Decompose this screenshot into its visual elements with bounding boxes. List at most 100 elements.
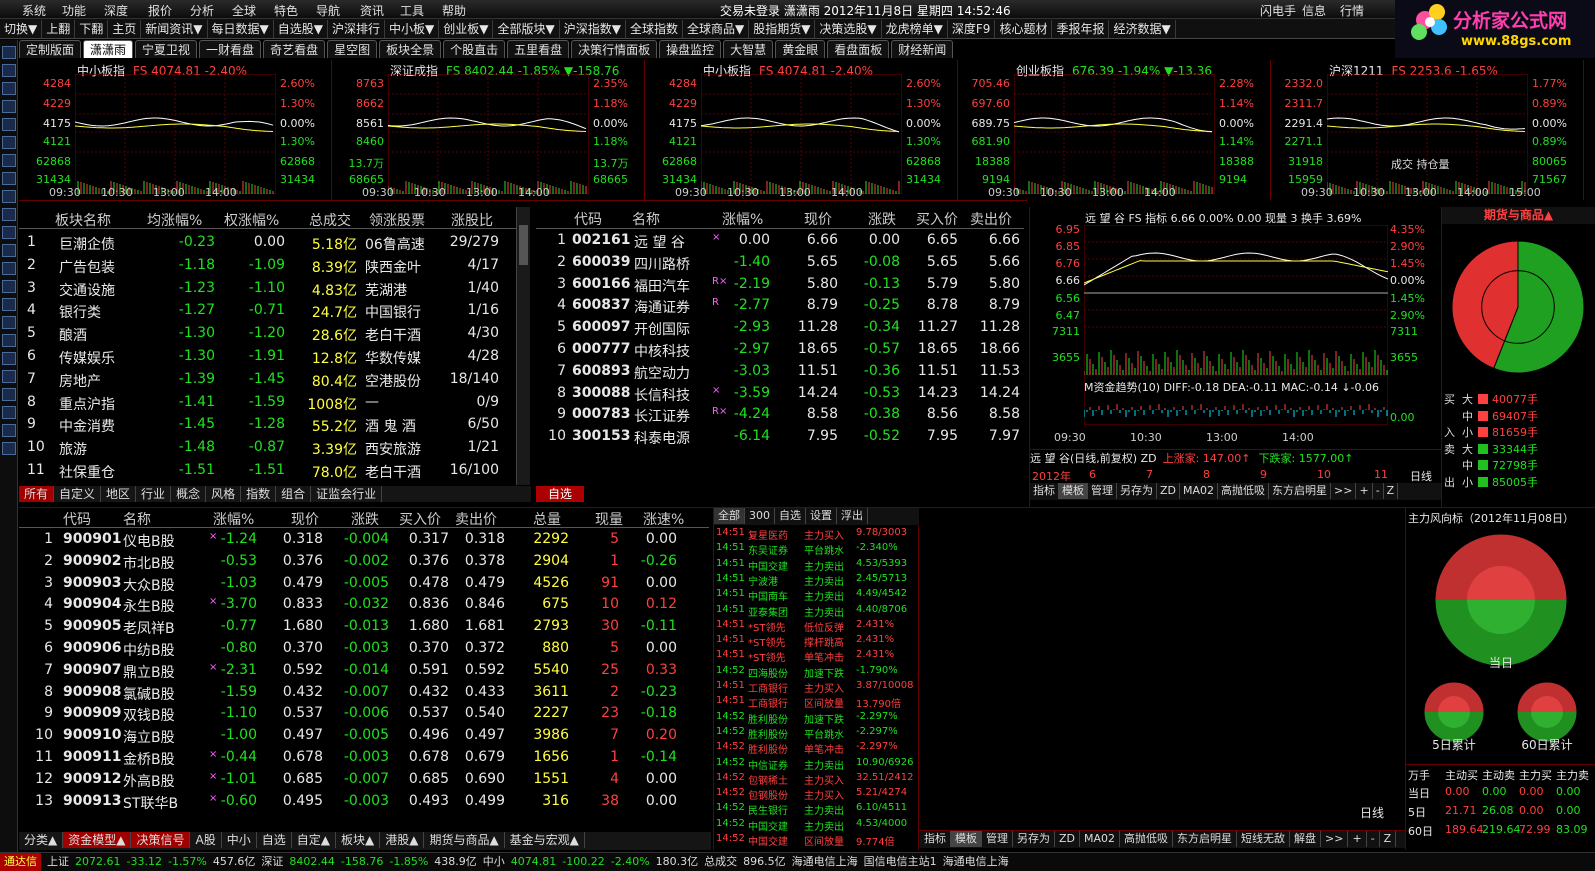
column-header[interactable]: 总量 — [533, 509, 561, 529]
radar-tab[interactable]: 全部 — [714, 508, 745, 524]
page-tab[interactable]: 星空图 — [327, 40, 378, 58]
column-header[interactable]: 权涨幅% — [224, 210, 279, 230]
chart-tool-button[interactable]: 短线无敌 — [1237, 831, 1291, 847]
radar-row[interactable]: 14:51 中国交建 主力卖出 4.53/5393 — [716, 558, 919, 573]
toolbar-button[interactable]: 上翻 — [42, 20, 76, 38]
column-header[interactable]: 代码 — [63, 509, 91, 529]
table-row[interactable]: 6 传媒娱乐 -1.30 -1.91 12.8亿 华数传媒 4/28 — [19, 346, 517, 368]
page-tab[interactable]: 板块全景 — [379, 40, 442, 58]
kline-period[interactable]: 日线 — [1410, 468, 1432, 484]
sector-tab[interactable]: 自定义 — [54, 486, 102, 502]
status-item[interactable]: 海通电信上海 — [943, 853, 1009, 871]
toolbar-button[interactable]: 新闻资讯▼ — [141, 20, 208, 38]
column-header[interactable]: 名称 — [632, 209, 660, 229]
chart-tool-button[interactable]: ZD — [1157, 483, 1181, 499]
table-row[interactable]: 3 900903 大众B股 -1.03 0.479 -0.005 0.478 0.479 452… — [19, 574, 709, 595]
bottom-tab[interactable]: 港股▲ — [380, 832, 425, 848]
page-tab[interactable]: 个股直击 — [443, 40, 506, 58]
chart-tool-button[interactable]: ZD — [1055, 831, 1081, 847]
table-row[interactable]: 5 酿酒 -1.30 -1.20 28.6亿 老白干酒 4/30 — [19, 323, 517, 345]
toolbar-button[interactable]: 深度F9 — [948, 20, 996, 38]
futures-title[interactable]: 期货与商品▲ — [1442, 207, 1595, 224]
bottom-tab[interactable]: 分类▲ — [19, 832, 64, 848]
radar-row[interactable]: 14:52 四海股份 加速下跌 -1.790% — [716, 665, 919, 680]
menu-item[interactable]: 深度 — [104, 2, 128, 19]
column-header[interactable]: 现量 — [595, 509, 623, 529]
chart-tool-button[interactable]: Z — [1380, 831, 1397, 847]
sidebar-tool-icon[interactable] — [2, 442, 16, 455]
period-label[interactable]: 日线 — [1360, 804, 1384, 821]
page-tab[interactable]: 操盘监控 — [659, 40, 722, 58]
sector-tab[interactable]: 地区 — [101, 486, 137, 502]
sidebar-tool-icon[interactable] — [2, 352, 16, 365]
table-row[interactable]: 10 900910 海立B股 -1.00 0.497 -0.005 0.496 0.497 39… — [19, 726, 709, 747]
radar-row[interactable]: 14:51 中国南车 主力卖出 4.49/4542 — [716, 588, 919, 603]
page-tab[interactable]: 宁夏卫视 — [135, 40, 198, 58]
sidebar-tool-icon[interactable] — [2, 424, 16, 437]
sidebar-tool-icon[interactable] — [2, 208, 16, 221]
bottom-tab[interactable]: 基金与宏观▲ — [505, 832, 585, 848]
radar-row[interactable]: 14:52 包钢股份 主力买入 5.21/4274 — [716, 787, 919, 802]
menu-right-item[interactable]: 信息 — [1302, 2, 1326, 19]
sidebar-tool-icon[interactable] — [2, 172, 16, 185]
toolbar-button[interactable]: 沪深指数▼ — [560, 20, 626, 38]
toolbar-button[interactable]: 股指期货▼ — [749, 20, 816, 38]
table-row[interactable]: 4 银行类 -1.27 -0.71 24.7亿 中国银行 1/16 — [19, 300, 517, 322]
sector-tab[interactable]: 指数 — [241, 486, 277, 502]
chart-tool-button[interactable]: + — [1356, 483, 1373, 499]
table-row[interactable]: 11 900911 金桥B股 × -0.44 0.678 -0.003 0.678 0.679 1… — [19, 748, 709, 769]
sidebar-tool-icon[interactable] — [2, 262, 16, 275]
radar-row[interactable]: 14:52 民生银行 主力卖出 6.10/4511 — [716, 802, 919, 817]
column-header[interactable]: 涨速% — [643, 509, 684, 529]
column-header[interactable]: 名称 — [123, 509, 151, 529]
page-tab[interactable]: 一财看盘 — [199, 40, 262, 58]
toolbar-button[interactable]: 决策选股▼ — [815, 20, 882, 38]
column-header[interactable]: 买入价 — [916, 209, 958, 229]
page-tab[interactable]: 五里看盘 — [507, 40, 570, 58]
menu-right-item[interactable]: 行情 — [1340, 2, 1364, 19]
sector-scrollbar[interactable] — [516, 207, 530, 485]
sidebar-tool-icon[interactable] — [2, 406, 16, 419]
table-row[interactable]: 1 002161 远 望 谷 × 0.00 6.66 0.00 6.65 6.66 — [536, 231, 1024, 252]
chart-tool-button[interactable]: MA02 — [1180, 483, 1219, 499]
chart-tool-button[interactable]: 东方启明星 — [1269, 483, 1332, 499]
table-row[interactable]: 10 300153 科泰电源 -6.14 7.95 -0.52 7.95 7.97 — [536, 427, 1024, 448]
table-row[interactable]: 7 900907 鼎立B股 × -2.31 0.592 -0.014 0.591 0.592 55… — [19, 661, 709, 682]
chart-tool-button[interactable]: >> — [1331, 483, 1357, 499]
menu-item[interactable]: 帮助 — [442, 2, 466, 19]
toolbar-button[interactable]: 全部版块▼ — [493, 20, 560, 38]
table-row[interactable]: 5 900905 老凤祥B -0.77 1.680 -0.013 1.680 1.681 279… — [19, 617, 709, 638]
table-row[interactable]: 2 广告包装 -1.18 -1.09 8.39亿 陕西金叶 4/17 — [19, 255, 517, 277]
column-header[interactable]: 均涨幅% — [147, 210, 202, 230]
bottom-tab[interactable]: 期货与商品▲ — [424, 832, 505, 848]
column-header[interactable]: 买入价 — [399, 509, 441, 529]
sector-tab[interactable]: 概念 — [171, 486, 207, 502]
chart-tool-button[interactable]: 高抛低吸 — [1218, 483, 1270, 499]
radar-row[interactable]: 14:51 工商银行 区间放量 13.790倍 — [716, 695, 919, 710]
radar-row[interactable]: 14:52 中信证券 主力卖出 10.90/6926 — [716, 757, 919, 772]
radar-row[interactable]: 14:51 *ST领先 撑杆跳高 2.431% — [716, 634, 919, 649]
radar-row[interactable]: 14:52 中国交建 区间放量 9.774倍 — [716, 833, 919, 848]
bottom-tab[interactable]: A股 — [190, 832, 222, 848]
toolbar-button[interactable]: 主页 — [108, 20, 142, 38]
bottom-tab[interactable]: 资金模型▲ — [63, 832, 132, 848]
radar-row[interactable]: 14:51 东吴证券 平台跳水 -2.340% — [716, 542, 919, 557]
mini-chart[interactable]: 中小板指 FS 4074.81 -2.40% 4284 4229 4175 4121 628… — [645, 60, 958, 200]
toolbar-button[interactable]: 切换▼ — [0, 20, 43, 38]
table-row[interactable]: 6 000777 中核科技 -2.97 18.65 -0.57 18.65 18.66 — [536, 340, 1024, 361]
radar-row[interactable]: 14:52 胜利股份 单笔冲击 -2.297% — [716, 741, 919, 756]
menu-item[interactable]: 功能 — [62, 2, 86, 19]
radar-tab[interactable]: 浮出 — [837, 508, 868, 524]
radar-row[interactable]: 14:51 *ST领先 单笔冲击 2.431% — [716, 649, 919, 664]
column-header[interactable]: 总成交 — [309, 210, 351, 230]
table-row[interactable]: 1 900901 仪电B股 × -1.24 0.318 -0.004 0.317 0.318 22… — [19, 530, 709, 551]
chart-tool-button[interactable]: 东方启明星 — [1173, 831, 1238, 847]
bottom-tab[interactable]: 板块▲ — [336, 832, 381, 848]
menu-item[interactable]: 特色 — [274, 2, 298, 19]
page-tab[interactable]: 决策行情面板 — [571, 40, 658, 58]
table-row[interactable]: 2 600039 四川路桥 -1.40 5.65 -0.08 5.65 5.66 — [536, 253, 1024, 274]
chart-tool-button[interactable]: 解盘 — [1290, 831, 1322, 847]
sector-tab[interactable]: 所有 — [19, 486, 55, 502]
toolbar-button[interactable]: 创业板▼ — [439, 20, 494, 38]
bottom-tab[interactable]: 决策信号 — [131, 832, 191, 848]
